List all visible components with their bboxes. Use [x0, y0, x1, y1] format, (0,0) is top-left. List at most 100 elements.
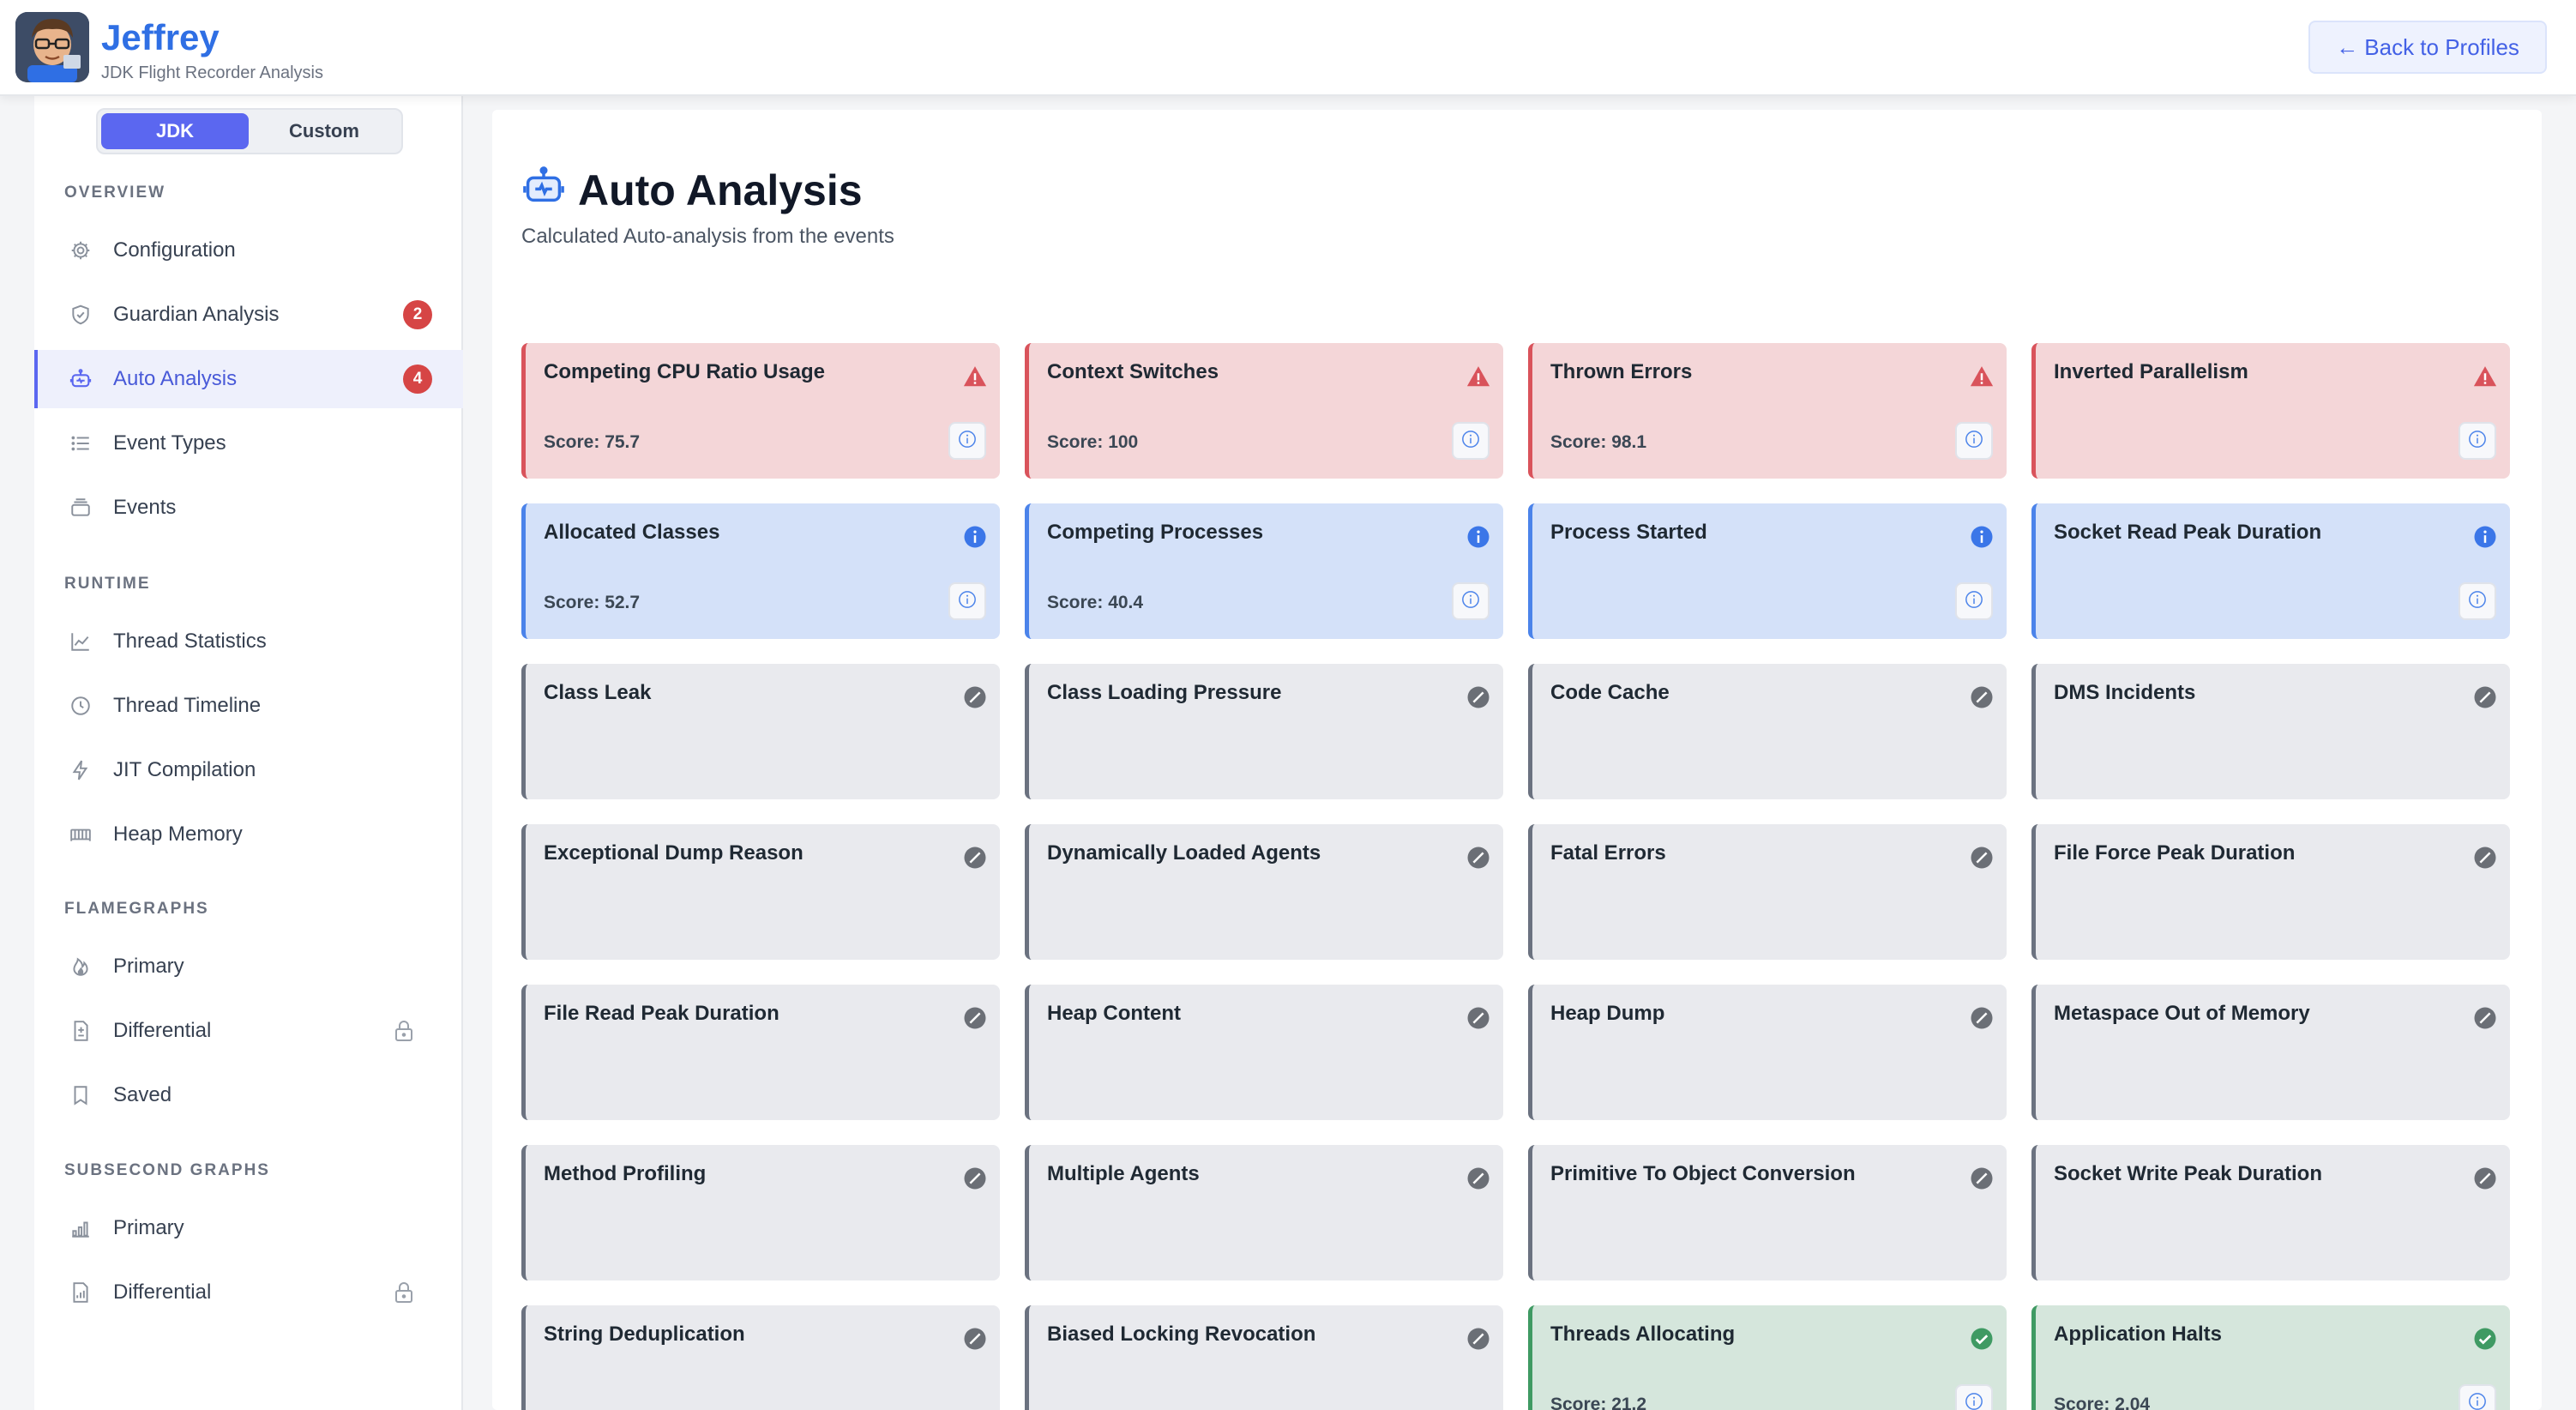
analysis-card[interactable]: Biased Locking Revocation: [1025, 1305, 1503, 1410]
list-icon: [69, 431, 93, 455]
analysis-card[interactable]: Class Leak: [521, 664, 1000, 799]
card-title: Competing CPU Ratio Usage: [544, 360, 826, 383]
analysis-card[interactable]: Heap Dump: [1528, 985, 2007, 1120]
analysis-card[interactable]: Process Started: [1528, 503, 2007, 639]
card-title: Inverted Parallelism: [2054, 360, 2248, 383]
sidebar-item-flamegraph-differential[interactable]: Differential: [34, 1002, 463, 1060]
card-details-button[interactable]: [1452, 422, 1490, 460]
disabled-icon: [2472, 1166, 2498, 1191]
card-details-button[interactable]: [1955, 582, 1993, 620]
analysis-card[interactable]: Method Profiling: [521, 1145, 1000, 1280]
count-badge: 4: [403, 365, 432, 394]
sidebar-item-jit-compilation[interactable]: JIT Compilation: [34, 741, 463, 799]
analysis-card[interactable]: Competing CPU Ratio Usage Score: 75.7: [521, 343, 1000, 479]
card-details-button[interactable]: [2459, 1384, 2496, 1410]
app-logo[interactable]: [15, 12, 89, 82]
analysis-card[interactable]: DMS Incidents: [2031, 664, 2510, 799]
card-title: Biased Locking Revocation: [1047, 1323, 1316, 1346]
card-title: File Force Peak Duration: [2054, 841, 2296, 865]
warning-icon: [1466, 364, 1491, 389]
sidebar-item-label: Auto Analysis: [113, 367, 238, 390]
analysis-card[interactable]: Fatal Errors: [1528, 824, 2007, 960]
sidebar-item-label: Differential: [113, 1019, 212, 1042]
analysis-card[interactable]: Threads Allocating Score: 21.2: [1528, 1305, 2007, 1410]
disabled-icon: [1969, 1166, 1995, 1191]
analysis-card[interactable]: Code Cache: [1528, 664, 2007, 799]
analysis-card[interactable]: Heap Content: [1025, 985, 1503, 1120]
count-badge: 2: [403, 300, 432, 329]
card-details-button[interactable]: [1452, 582, 1490, 620]
card-score: Score: 75.7: [544, 432, 641, 452]
card-details-button[interactable]: [2459, 422, 2496, 460]
card-details-button[interactable]: [948, 422, 986, 460]
warning-icon: [2472, 364, 2498, 389]
sidebar-item-flamegraph-saved[interactable]: Saved: [34, 1066, 463, 1124]
disabled-icon: [1466, 1005, 1491, 1031]
analysis-card[interactable]: Competing Processes Score: 40.4: [1025, 503, 1503, 639]
mode-tab-jdk[interactable]: JDK: [101, 113, 249, 149]
analysis-card[interactable]: Socket Write Peak Duration: [2031, 1145, 2510, 1280]
analysis-card[interactable]: Multiple Agents: [1025, 1145, 1503, 1280]
analysis-card[interactable]: Inverted Parallelism: [2031, 343, 2510, 479]
sidebar-item-events[interactable]: Events: [34, 479, 463, 537]
sidebar-item-event-types[interactable]: Event Types: [34, 414, 463, 473]
analysis-card[interactable]: Socket Read Peak Duration: [2031, 503, 2510, 639]
info-circle-icon: [1965, 430, 1983, 453]
card-title: Metaspace Out of Memory: [2054, 1002, 2310, 1025]
info-icon: [2472, 524, 2498, 550]
analysis-card[interactable]: Context Switches Score: 100: [1025, 343, 1503, 479]
clock-icon: [69, 694, 93, 718]
sidebar-item-label: Thread Statistics: [113, 630, 267, 653]
analysis-card[interactable]: Exceptional Dump Reason: [521, 824, 1000, 960]
disabled-icon: [962, 845, 988, 871]
card-title: Multiple Agents: [1047, 1162, 1200, 1185]
sidebar-item-guardian-analysis[interactable]: Guardian Analysis 2: [34, 286, 463, 344]
sidebar-item-auto-analysis[interactable]: Auto Analysis 4: [34, 350, 463, 408]
card-details-button[interactable]: [1955, 422, 1993, 460]
info-circle-icon: [958, 590, 977, 613]
card-details-button[interactable]: [948, 582, 986, 620]
analysis-card[interactable]: Application Halts Score: 2.04: [2031, 1305, 2510, 1410]
sidebar-item-label: Event Types: [113, 431, 226, 455]
sidebar-item-subsecond-differential[interactable]: Differential: [34, 1263, 463, 1322]
sidebar-item-thread-timeline[interactable]: Thread Timeline: [34, 677, 463, 735]
robot-icon: [521, 163, 566, 218]
disabled-icon: [2472, 1005, 2498, 1031]
card-details-button[interactable]: [2459, 582, 2496, 620]
card-details-button[interactable]: [1955, 1384, 1993, 1410]
analysis-card[interactable]: Primitive To Object Conversion: [1528, 1145, 2007, 1280]
sidebar-item-subsecond-primary[interactable]: Primary: [34, 1199, 463, 1257]
disabled-icon: [962, 1166, 988, 1191]
analysis-card[interactable]: Metaspace Out of Memory: [2031, 985, 2510, 1120]
sidebar-item-heap-memory[interactable]: Heap Memory: [34, 805, 463, 864]
app-subtitle: JDK Flight Recorder Analysis: [101, 63, 323, 82]
sidebar-item-thread-statistics[interactable]: Thread Statistics: [34, 612, 463, 671]
analysis-card[interactable]: Dynamically Loaded Agents: [1025, 824, 1503, 960]
bar-chart-file-icon: [69, 1280, 93, 1305]
sidebar-item-configuration[interactable]: Configuration: [34, 221, 463, 280]
card-title: Threads Allocating: [1550, 1323, 1736, 1346]
card-title: Fatal Errors: [1550, 841, 1666, 865]
card-score: Score: 52.7: [544, 593, 641, 612]
back-to-profiles-button[interactable]: ← Back to Profiles: [2308, 21, 2547, 74]
card-title: Thrown Errors: [1550, 360, 1693, 383]
sidebar-item-flamegraph-primary[interactable]: Primary: [34, 937, 463, 996]
shield-icon: [69, 303, 93, 327]
analysis-card[interactable]: String Deduplication: [521, 1305, 1000, 1410]
card-title: DMS Incidents: [2054, 681, 2196, 704]
analysis-card[interactable]: Allocated Classes Score: 52.7: [521, 503, 1000, 639]
top-bar: Jeffrey JDK Flight Recorder Analysis ← B…: [0, 0, 2576, 96]
card-title: Exceptional Dump Reason: [544, 841, 803, 865]
analysis-card[interactable]: Class Loading Pressure: [1025, 664, 1503, 799]
analysis-card[interactable]: File Force Peak Duration: [2031, 824, 2510, 960]
mode-tab-custom[interactable]: Custom: [250, 113, 398, 149]
info-circle-icon: [1461, 590, 1480, 613]
sidebar: JDK Custom OVERVIEW Configuration Guardi…: [34, 96, 463, 1410]
analysis-card[interactable]: File Read Peak Duration: [521, 985, 1000, 1120]
card-title: Dynamically Loaded Agents: [1047, 841, 1321, 865]
card-score: Score: 21.2: [1550, 1395, 1647, 1410]
check-icon: [2472, 1326, 2498, 1352]
info-icon: [1969, 524, 1995, 550]
analysis-card[interactable]: Thrown Errors Score: 98.1: [1528, 343, 2007, 479]
info-circle-icon: [958, 430, 977, 453]
